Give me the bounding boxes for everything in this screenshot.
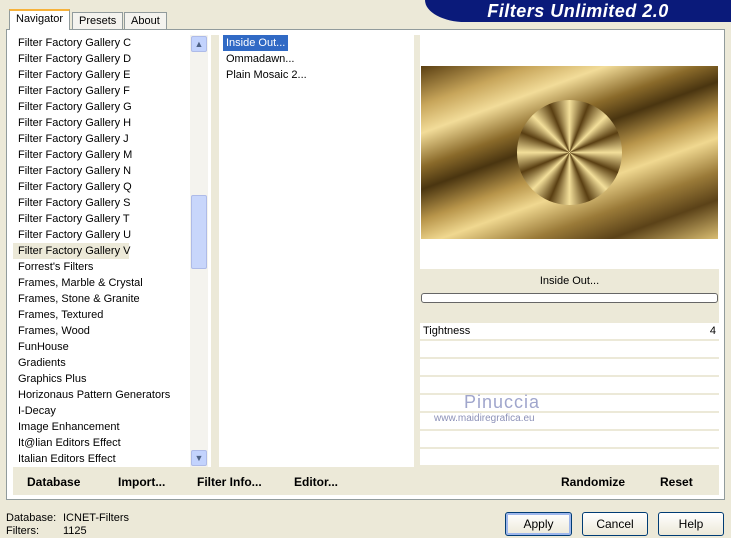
scroll-down-icon[interactable]: ▼ <box>191 450 207 466</box>
preview-image-circle <box>517 100 622 205</box>
category-item[interactable]: I-Decay <box>13 403 209 419</box>
help-button[interactable]: Help <box>658 512 724 536</box>
category-item[interactable]: Horizonaus Pattern Generators <box>13 387 209 403</box>
database-button[interactable]: Database <box>27 475 80 489</box>
category-scrollbar[interactable]: ▲ ▼ <box>190 35 208 467</box>
category-item[interactable]: Gradients <box>13 355 209 371</box>
category-item[interactable]: It@lian Editors Effect <box>13 435 209 451</box>
status-filters-value: 1125 <box>63 525 87 537</box>
param-row-tightness[interactable]: Tightness 4 <box>420 324 719 341</box>
status-database-label: Database: <box>6 512 57 524</box>
param-row-empty <box>420 360 719 377</box>
import-button[interactable]: Import... <box>118 475 165 489</box>
filter-item[interactable]: Plain Mosaic 2... <box>223 67 310 83</box>
category-item[interactable]: Filter Factory Gallery V <box>13 243 130 259</box>
app-title-banner: Filters Unlimited 2.0 <box>425 0 731 22</box>
category-item[interactable]: Filter Factory Gallery F <box>13 83 209 99</box>
category-item[interactable]: Frames, Stone & Granite <box>13 291 209 307</box>
tab-about[interactable]: About <box>124 12 167 30</box>
category-item[interactable]: Filter Factory Gallery M <box>13 147 209 163</box>
apply-button[interactable]: Apply <box>505 512 572 536</box>
scroll-up-icon[interactable]: ▲ <box>191 36 207 52</box>
filter-item[interactable]: Ommadawn... <box>223 51 297 67</box>
scroll-thumb[interactable] <box>191 195 207 269</box>
watermark-name: Pinuccia <box>464 392 541 412</box>
param-row-empty <box>420 432 719 449</box>
category-item[interactable]: Filter Factory Gallery Q <box>13 179 209 195</box>
category-item[interactable]: Frames, Wood <box>13 323 209 339</box>
category-item[interactable]: Filter Factory Gallery G <box>13 99 209 115</box>
category-item[interactable]: Image Enhancement <box>13 419 209 435</box>
category-list[interactable]: Filter Factory Gallery C Filter Factory G… <box>13 35 209 467</box>
param-value: 4 <box>709 325 716 337</box>
category-item[interactable]: Frames, Textured <box>13 307 209 323</box>
status-filters-label: Filters: <box>6 525 39 537</box>
status-database-value: ICNET-Filters <box>63 512 129 524</box>
tab-navigator[interactable]: Navigator <box>9 9 71 30</box>
param-row-empty <box>420 342 719 359</box>
category-item[interactable]: Filter Factory Gallery D <box>13 51 209 67</box>
category-item[interactable]: Italian Editors Effect <box>13 451 209 467</box>
category-item[interactable]: FunHouse <box>13 339 209 355</box>
category-item[interactable]: Frames, Marble & Crystal <box>13 275 209 291</box>
filter-list[interactable]: Inside Out... Ommadawn... Plain Mosaic 2..… <box>220 35 414 467</box>
category-item[interactable]: Filter Factory Gallery C <box>13 35 209 51</box>
cancel-button[interactable]: Cancel <box>582 512 648 536</box>
tab-presets[interactable]: Presets <box>72 12 124 30</box>
param-row-empty <box>420 450 719 467</box>
category-item[interactable]: Filter Factory Gallery S <box>13 195 209 211</box>
progress-bar <box>421 293 718 303</box>
category-item[interactable]: Graphics Plus <box>13 371 209 387</box>
reset-button[interactable]: Reset <box>660 475 693 489</box>
category-item[interactable]: Forrest's Filters <box>13 259 209 275</box>
watermark-url: www.maidiregrafica.eu <box>434 413 535 424</box>
editor-button[interactable]: Editor... <box>294 475 338 489</box>
divider <box>211 35 219 467</box>
category-item[interactable]: Filter Factory Gallery N <box>13 163 209 179</box>
param-name: Tightness <box>423 325 471 337</box>
category-item[interactable]: Filter Factory Gallery H <box>13 115 209 131</box>
category-item[interactable]: Filter Factory Gallery E <box>13 67 209 83</box>
category-item[interactable]: Filter Factory Gallery J <box>13 131 209 147</box>
category-item[interactable]: Filter Factory Gallery T <box>13 211 209 227</box>
filter-item[interactable]: Inside Out... <box>223 35 289 51</box>
filter-info-button[interactable]: Filter Info... <box>197 475 262 489</box>
category-item[interactable]: Filter Factory Gallery U <box>13 227 209 243</box>
randomize-button[interactable]: Randomize <box>561 475 625 489</box>
